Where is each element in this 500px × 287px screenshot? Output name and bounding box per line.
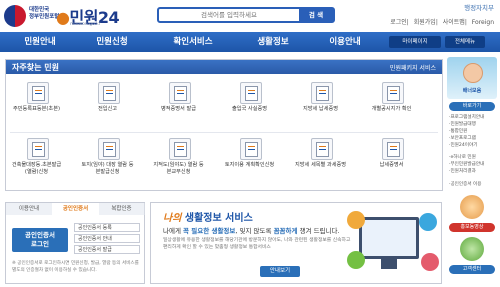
service-move-in-report[interactable]: 전입신고 [81, 80, 134, 130]
logo-url: minwon.go.kr [70, 22, 101, 27]
document-icon [27, 82, 49, 104]
row-divider [10, 132, 438, 133]
monitor-illustration [359, 217, 419, 259]
service-military-certificate[interactable]: 병적증명서 발급 [152, 80, 205, 130]
nav-item-verify[interactable]: 확인서비스 [158, 32, 228, 52]
certificate-icon [169, 82, 191, 104]
top-right-area: 행정자치부 로그인| 회원가입| 사이트맵| Foreign [387, 2, 494, 26]
service-resident-registration[interactable]: 주민등록표등본(초본) [10, 80, 63, 130]
service-immigration-fact[interactable]: 출입국 사실증명 [223, 80, 276, 130]
life-info-title: 나의 생활정보 서비스 [163, 213, 253, 224]
service-tax-payment-certificate[interactable]: 납세증명서 [365, 136, 418, 186]
shortcut-links-2: ·e하나로 민원 ·무인민원발급안내 ·민원처리결과 [449, 154, 495, 175]
shortcut-link[interactable]: ·보안프로그램 [449, 135, 495, 142]
frequent-services-header: 자주찾는 민원 민원패키지 서비스 [6, 60, 442, 74]
nav-item-usage[interactable]: 이용안내 [312, 32, 378, 52]
frequent-services-panel: 자주찾는 민원 민원패키지 서비스 주민등록표등본(초본) 전입신고 병적증명서… [5, 59, 443, 191]
nav-item-lifeinfo[interactable]: 생활정보 [238, 32, 308, 52]
cert-guide-link[interactable]: 공인인증서 안내 [74, 234, 140, 243]
shortcut-link[interactable]: ·민원처리결과 [449, 168, 495, 175]
header: 대한민국정부민원포털 ●민원24 minwon.go.kr 검 색 행정자치부 … [0, 0, 500, 32]
ministry-logo[interactable]: 행정자치부 [387, 2, 494, 12]
foreign-link[interactable]: Foreign [472, 19, 494, 26]
phone-icon [419, 213, 437, 231]
promo-mascot-icon [460, 195, 484, 219]
shortcut-link[interactable]: ·공인인증서 이용 [449, 181, 495, 188]
banner-collection-label[interactable]: 배너모음 [447, 87, 497, 94]
login-link[interactable]: 로그인 [390, 19, 407, 26]
shortcut-links: ·프로그램설치안내 ·민원발급대행 ·통합민원 ·보안프로그램 ·민원24이야기 [449, 114, 495, 149]
main-nav: 민원안내 민원신청 확인서비스 생활정보 이용안내 마이페이지 전체메뉴 [0, 32, 500, 52]
shortcut-title: 바로가기 [449, 102, 495, 111]
tab-usage-guide[interactable]: 이용안내 [6, 203, 53, 215]
cert-issue-link[interactable]: 공인인증서 발급 [74, 245, 140, 254]
building-icon [27, 138, 49, 160]
monitor-stand [381, 259, 397, 269]
package-service-link[interactable]: 민원패키지 서비스 [390, 63, 436, 72]
shortcut-link[interactable]: ·민원발급대행 [449, 121, 495, 128]
all-menu-button[interactable]: 전체메뉴 [445, 36, 485, 48]
search-input[interactable] [159, 9, 299, 21]
customer-center-button[interactable]: 고객센터 [449, 265, 495, 274]
logo-country-text: 대한민국 정부민원포털 [29, 7, 60, 20]
nav-item-apply[interactable]: 민원신청 [82, 32, 142, 52]
shortcut-link[interactable]: ·통합민원 [449, 128, 495, 135]
service-local-tax-item[interactable]: 지방세 세목별 과세증명 [294, 136, 347, 186]
id-card-icon [311, 82, 333, 104]
cert-register-link[interactable]: 공인인증서 등록 [74, 223, 140, 232]
sitemap-link[interactable]: 사이트맵 [443, 19, 465, 26]
leaf-icon [347, 251, 365, 269]
cert-note: ※ 공인인증서로 로그인하시면 민원신청, 발급, 열람 등의 서비스를 별도의… [12, 261, 139, 273]
heart-icon [421, 253, 439, 271]
frequent-services-title: 자주찾는 민원 [12, 63, 59, 72]
tab-composite-auth[interactable]: 복합인증 [99, 203, 145, 215]
guide-button[interactable]: 안내보기 [260, 266, 300, 277]
map-icon [169, 138, 191, 160]
tab-public-cert[interactable]: 공인인증서 [52, 203, 100, 215]
shortcut-link[interactable]: ·프로그램설치안내 [449, 114, 495, 121]
nav-item-guide[interactable]: 민원안내 [10, 32, 70, 52]
plan-icon [240, 138, 262, 160]
shortcut-links-3: ·공인인증서 이용 [449, 181, 495, 188]
search-box: 검 색 [157, 7, 335, 23]
right-sidebar: 배너모음 바로가기 ·프로그램설치안내 ·민원발급대행 ·통합민원 ·보안프로그… [447, 57, 497, 285]
magnifier-icon [98, 138, 120, 160]
service-land-register[interactable]: 토지(임야) 대장 열람 등본발급신청 [81, 136, 134, 186]
land-map-icon [382, 82, 404, 104]
shortcut-link[interactable]: ·무인민원발급안내 [449, 161, 495, 168]
service-local-tax-payment[interactable]: 지방세 납세증명 [294, 80, 347, 130]
search-button[interactable]: 검 색 [299, 9, 333, 21]
shortcut-link[interactable]: ·e하나로 민원 [449, 154, 495, 161]
taegeuk-icon [4, 5, 26, 27]
my-page-button[interactable]: 마이페이지 [389, 36, 441, 48]
life-info-panel: 나의 생활정보 서비스 나에게 꼭 필요한 생활정보, 잊지 않도록 꼼꼼하게 … [150, 202, 442, 284]
life-info-subtitle: 나에게 꼭 필요한 생활정보, 잊지 않도록 꼼꼼하게 챙겨 드립니다. [163, 227, 340, 235]
service-cadastral-map[interactable]: 지적도(임야도) 열람 등본교부신청 [152, 136, 205, 186]
signup-link[interactable]: 회원가입 [414, 19, 436, 26]
house-icon [98, 82, 120, 104]
passport-icon [240, 82, 262, 104]
minwon24-logo[interactable]: 대한민국 정부민원포털 ●민원24 minwon.go.kr [4, 3, 122, 29]
receipt-icon [382, 138, 404, 160]
service-land-use-plan[interactable]: 토지이용 계획확인신청 [223, 136, 276, 186]
cert-login-button[interactable]: 공인인증서 로그인 [12, 228, 68, 252]
life-info-description: 일상생활에 유용한 생활정보를 해당기관에 방문하지 않아도, 나와 관련된 생… [163, 238, 351, 250]
promo-video-button[interactable]: 홍보동영상 [449, 223, 495, 232]
shortcut-link[interactable]: ·민원24이야기 [449, 142, 495, 149]
service-land-price[interactable]: 개별공시지가 확인 [365, 80, 418, 130]
customer-center-icon [460, 237, 484, 261]
top-links: 로그인| 회원가입| 사이트맵| Foreign [390, 19, 494, 26]
cert-tab-panel: 이용안내 공인인증서 복합인증 공인인증서 로그인 공인인증서 등록 공인인증서 … [5, 202, 145, 284]
tax-icon [311, 138, 333, 160]
car-icon [347, 211, 365, 229]
service-building-register[interactable]: 건축물대장등.초본발급 (열람)신청 [10, 136, 63, 186]
